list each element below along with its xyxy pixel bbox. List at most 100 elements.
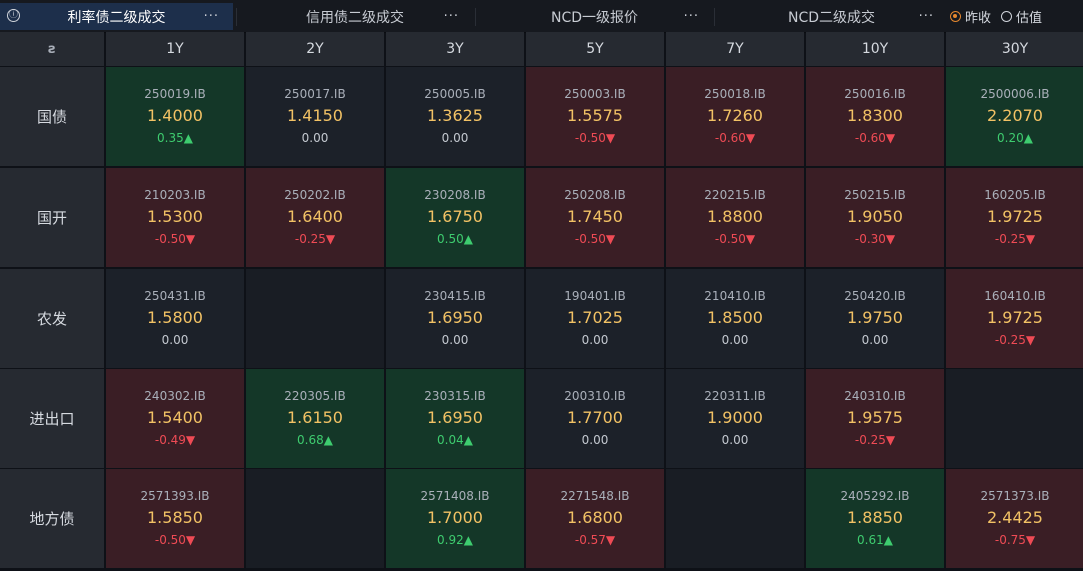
bond-quote-cell[interactable]: 210410.IB 1.8500 0.00 [666,269,804,368]
bond-quote-cell[interactable]: 250016.IB 1.8300 -0.60▼ [806,67,944,166]
yield-change: -0.49▼ [154,433,196,447]
bond-quote-cell[interactable]: 2271548.IB 1.6800 -0.57▼ [526,469,664,568]
tab-label: NCD一级报价 [550,9,639,26]
yield-change: -0.57▼ [574,533,616,547]
yield-change: -0.50▼ [574,232,616,246]
bond-yield: 1.8300 [847,106,903,125]
bond-quote-cell[interactable]: 250208.IB 1.7450 -0.50▼ [526,168,664,267]
column-header-5y[interactable]: 5Y [526,32,664,66]
bond-quote-cell[interactable]: 250005.IB 1.3625 0.00 [386,67,524,166]
column-header-3y[interactable]: 3Y [386,32,524,66]
radio-prev-close[interactable]: 昨收 [950,7,991,26]
bond-quote-cell[interactable]: 250420.IB 1.9750 0.00 [806,269,944,368]
bond-quote-cell[interactable]: 250202.IB 1.6400 -0.25▼ [246,168,384,267]
bond-quote-cell[interactable]: 250018.IB 1.7260 -0.60▼ [666,67,804,166]
tab-rate-bond-secondary[interactable]: ⓘ 利率债二级成交 ··· [0,3,233,30]
column-header-2y[interactable]: 2Y [246,32,384,66]
yield-change: 0.00 [861,333,889,347]
info-icon[interactable]: ⓘ [7,9,20,22]
bond-code: 250018.IB [704,87,766,101]
tab-credit-bond-secondary[interactable]: 信用债二级成交 ··· [237,3,473,30]
yield-change: -0.60▼ [854,131,896,145]
settings-icon[interactable]: ƨ [48,42,56,57]
yield-change: -0.50▼ [154,232,196,246]
yield-change: 0.68▲ [297,433,333,447]
bond-quote-cell[interactable]: 250017.IB 1.4150 0.00 [246,67,384,166]
bond-yield: 2.2070 [987,106,1043,125]
bond-quote-cell[interactable]: 2571393.IB 1.5850 -0.50▼ [106,469,244,568]
tab-menu-icon[interactable]: ··· [444,3,459,30]
bond-code: 250005.IB [424,87,486,101]
bond-code: 2571393.IB [140,489,210,503]
bond-code: 250003.IB [564,87,626,101]
bond-quote-cell[interactable]: 160205.IB 1.9725 -0.25▼ [946,168,1083,267]
bond-code: 200310.IB [564,389,626,403]
bond-code: 2571373.IB [980,489,1050,503]
row-label: 农发 [0,269,104,368]
bond-quote-cell[interactable]: 210203.IB 1.5300 -0.50▼ [106,168,244,267]
bond-quote-cell[interactable]: 250019.IB 1.4000 0.35▲ [106,67,244,166]
row-label: 国开 [0,168,104,267]
bond-code: 2271548.IB [560,489,630,503]
yield-change: 0.04▲ [437,433,473,447]
column-header-7y[interactable]: 7Y [666,32,804,66]
bond-yield: 1.8500 [707,308,763,327]
bond-code: 230315.IB [424,389,486,403]
bond-yield: 1.5400 [147,408,203,427]
bond-quote-cell[interactable]: 2571373.IB 2.4425 -0.75▼ [946,469,1083,568]
empty-cell [946,369,1083,468]
bond-yield: 1.7260 [707,106,763,125]
tab-menu-icon[interactable]: ··· [684,3,699,30]
row-label: 国债 [0,67,104,166]
bond-code: 250019.IB [144,87,206,101]
yield-change: -0.25▼ [854,433,896,447]
column-header-30y[interactable]: 30Y [946,32,1083,66]
bond-code: 2500006.IB [980,87,1050,101]
bond-yield: 2.4425 [987,508,1043,527]
bond-quote-cell[interactable]: 230415.IB 1.6950 0.00 [386,269,524,368]
bond-code: 210203.IB [144,188,206,202]
bond-yield: 1.3625 [427,106,483,125]
bond-quote-cell[interactable]: 230208.IB 1.6750 0.50▲ [386,168,524,267]
bond-quote-cell[interactable]: 2405292.IB 1.8850 0.61▲ [806,469,944,568]
bond-yield: 1.5300 [147,207,203,226]
bond-yield: 1.6400 [287,207,343,226]
column-header-10y[interactable]: 10Y [806,32,944,66]
tab-menu-icon[interactable]: ··· [919,3,934,30]
empty-cell [246,469,384,568]
bond-code: 220305.IB [284,389,346,403]
bond-code: 230208.IB [424,188,486,202]
tab-bar: ⓘ 利率债二级成交 ··· 信用债二级成交 ··· NCD一级报价 ··· NC… [0,0,1083,33]
bond-quote-cell[interactable]: 250003.IB 1.5575 -0.50▼ [526,67,664,166]
bond-quote-cell[interactable]: 240310.IB 1.9575 -0.25▼ [806,369,944,468]
bond-code: 2571408.IB [420,489,490,503]
bond-quote-cell[interactable]: 160410.IB 1.9725 -0.25▼ [946,269,1083,368]
bond-quote-cell[interactable]: 2500006.IB 2.2070 0.20▲ [946,67,1083,166]
price-mode-radio-group: 昨收 估值 [950,3,1052,30]
bond-quote-cell[interactable]: 240302.IB 1.5400 -0.49▼ [106,369,244,468]
bond-quote-cell[interactable]: 250215.IB 1.9050 -0.30▼ [806,168,944,267]
yield-change: 0.00 [441,131,469,145]
tab-label: 信用债二级成交 [306,9,404,26]
column-header-1y[interactable]: 1Y [106,32,244,66]
bond-yield: 1.9000 [707,408,763,427]
tab-menu-icon[interactable]: ··· [204,3,219,30]
bond-quote-cell[interactable]: 250431.IB 1.5800 0.00 [106,269,244,368]
tab-ncd-primary-quote[interactable]: NCD一级报价 ··· [476,3,713,30]
yield-change: -0.75▼ [994,533,1036,547]
bond-quote-cell[interactable]: 220215.IB 1.8800 -0.50▼ [666,168,804,267]
bond-code: 220215.IB [704,188,766,202]
bond-yield: 1.6800 [567,508,623,527]
empty-cell [666,469,804,568]
radio-checked-icon [950,11,961,22]
bond-code: 250215.IB [844,188,906,202]
bond-quote-cell[interactable]: 190401.IB 1.7025 0.00 [526,269,664,368]
bond-quote-cell[interactable]: 200310.IB 1.7700 0.00 [526,369,664,468]
bond-quote-cell[interactable]: 220311.IB 1.9000 0.00 [666,369,804,468]
tab-ncd-secondary[interactable]: NCD二级成交 ··· [715,3,948,30]
bond-code: 250208.IB [564,188,626,202]
bond-quote-cell[interactable]: 230315.IB 1.6950 0.04▲ [386,369,524,468]
radio-valuation[interactable]: 估值 [1001,7,1042,26]
bond-quote-cell[interactable]: 2571408.IB 1.7000 0.92▲ [386,469,524,568]
bond-quote-cell[interactable]: 220305.IB 1.6150 0.68▲ [246,369,384,468]
